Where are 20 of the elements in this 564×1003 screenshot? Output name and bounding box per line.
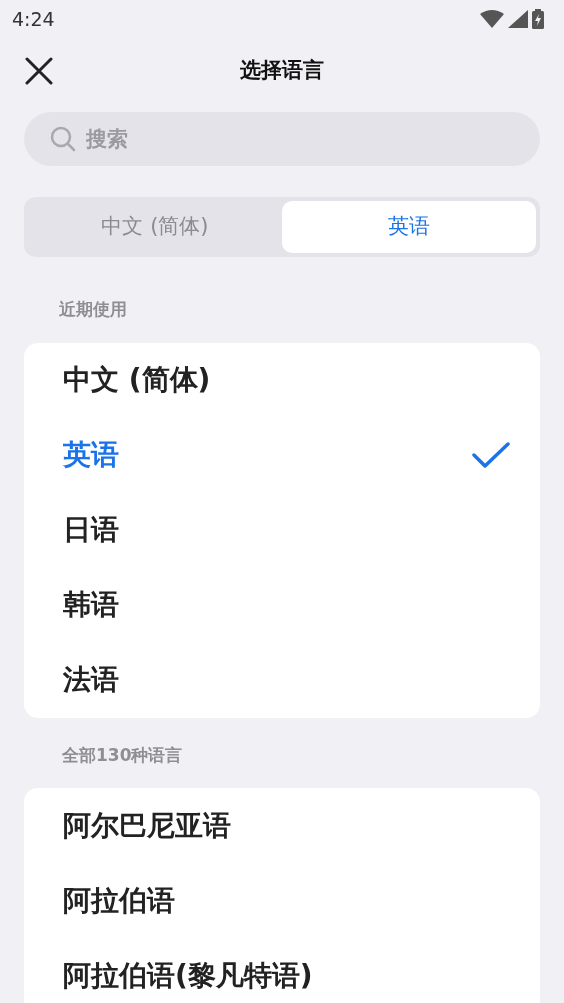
section-title: 近期使用: [59, 299, 127, 319]
language-item[interactable]: 法语: [24, 642, 540, 718]
search-field[interactable]: 搜索: [24, 112, 540, 166]
wifi-icon: [480, 10, 504, 28]
search-icon: [50, 126, 76, 152]
language-item[interactable]: 阿拉伯语: [24, 863, 540, 938]
section-title: 全部130种语言: [62, 744, 183, 765]
language-item[interactable]: 中文 (简体): [24, 342, 540, 418]
language-item[interactable]: 日语: [24, 492, 540, 568]
signal-icon: [508, 10, 528, 28]
language-item[interactable]: 阿尔巴尼亚语: [24, 788, 540, 863]
status-time: 4:24: [12, 6, 55, 32]
battery-icon: [532, 9, 544, 29]
language-tab[interactable]: 英语: [282, 201, 536, 253]
checkmark-icon: [472, 441, 510, 469]
close-icon[interactable]: [25, 57, 53, 85]
page-title: 选择语言: [240, 57, 324, 85]
language-item[interactable]: 阿拉伯语(黎凡特语): [24, 938, 540, 1003]
language-item[interactable]: 韩语: [24, 567, 540, 643]
language-item[interactable]: 英语: [24, 417, 540, 493]
